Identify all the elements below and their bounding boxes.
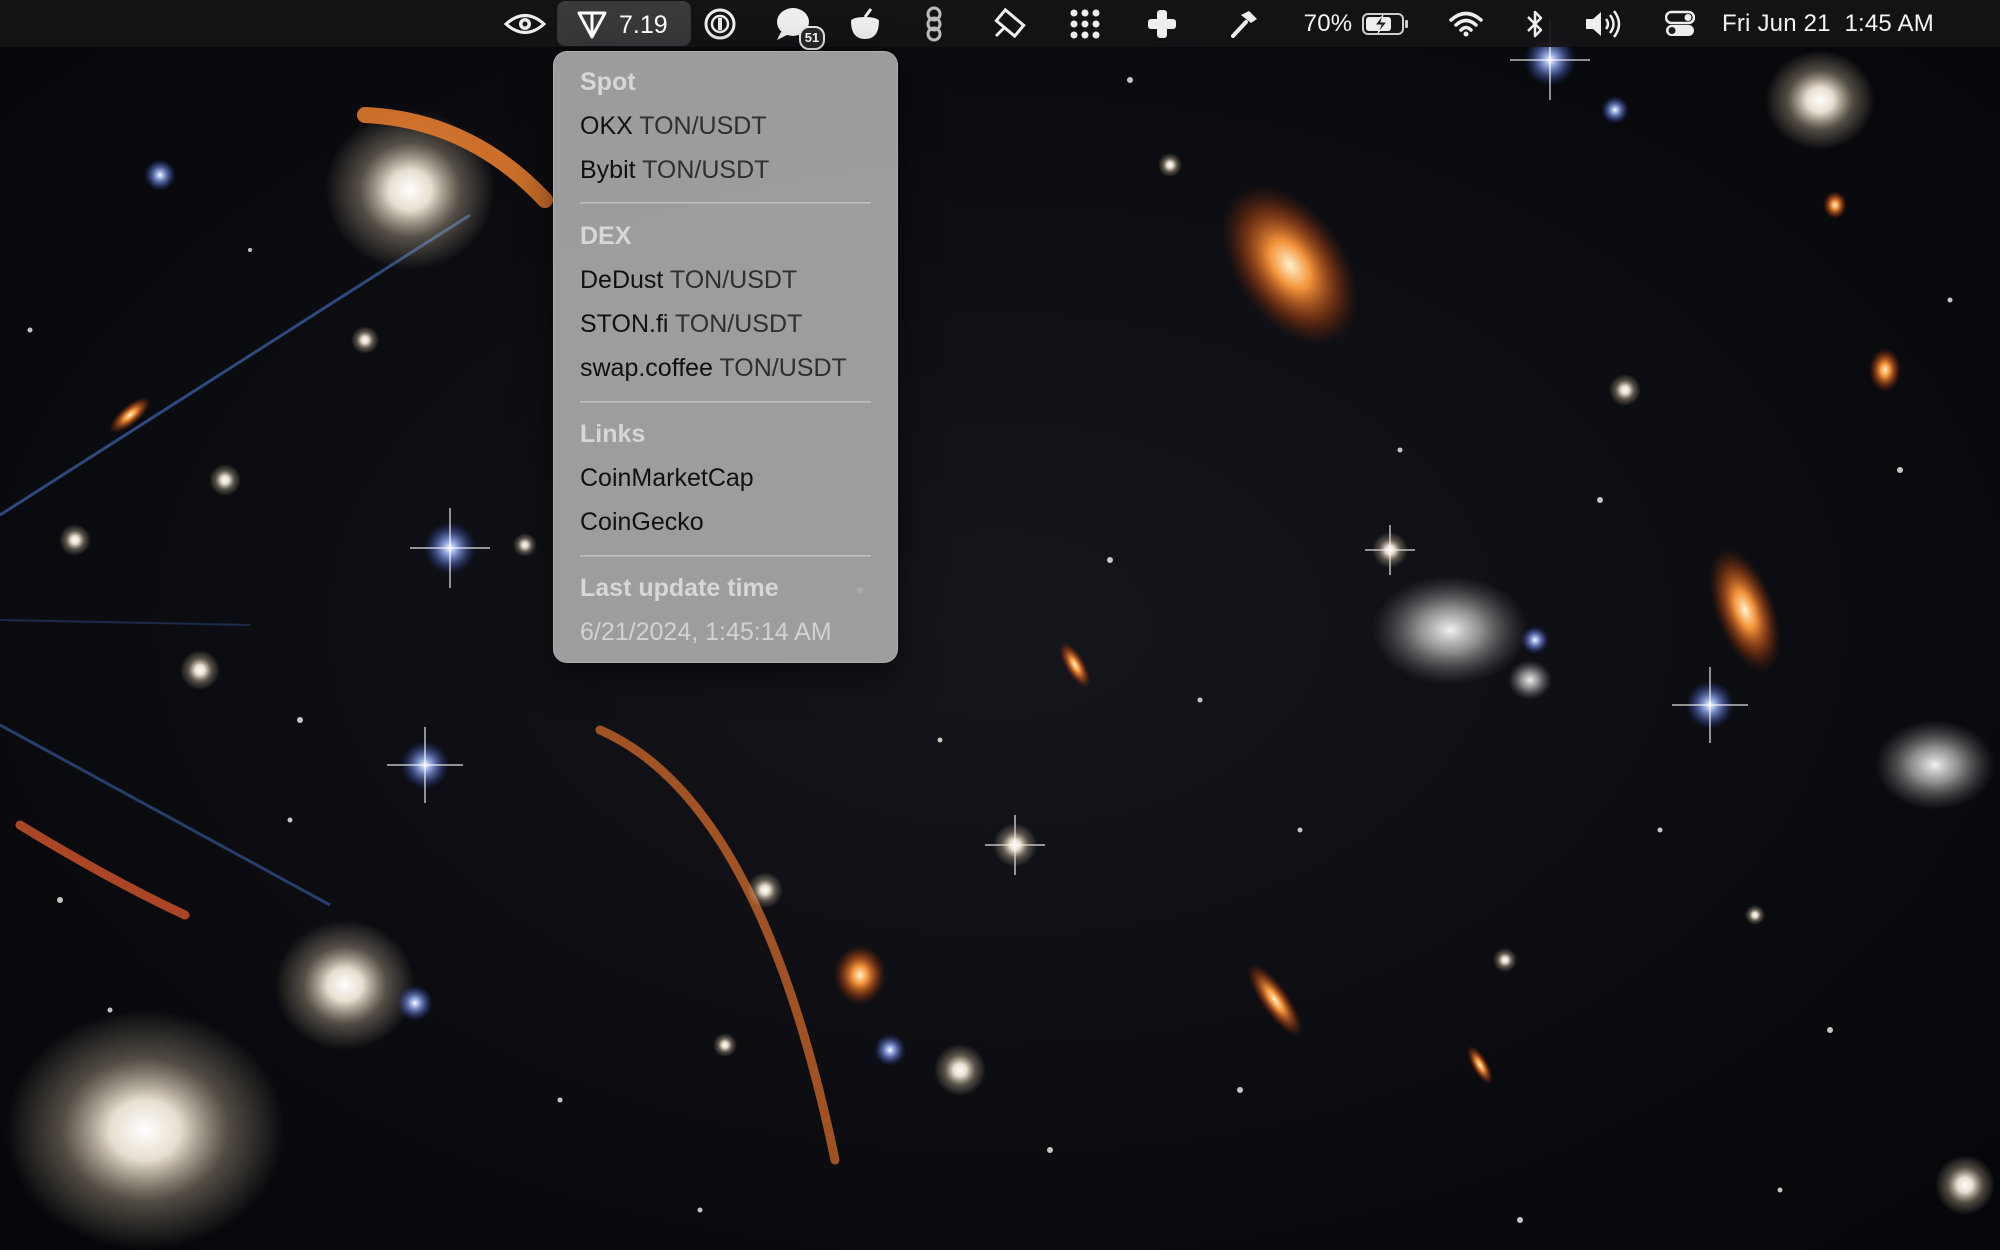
menu-separator [580, 555, 871, 557]
battery-charging-icon[interactable] [1360, 0, 1412, 47]
volume-icon[interactable] [1582, 0, 1626, 47]
section-header-last-update: Last update time [580, 574, 779, 602]
last-update-timestamp: 6/21/2024, 1:45:14 AM [580, 618, 832, 646]
section-header-dex: DEX [580, 222, 632, 250]
menu-item-dedust[interactable]: DeDust TON/USDT [580, 265, 797, 295]
ton-price-menu-item[interactable]: 7.19 [557, 1, 691, 46]
chain-icon[interactable] [915, 0, 953, 47]
menu-separator [580, 401, 871, 403]
cup-icon[interactable] [843, 0, 887, 47]
bluetooth-icon[interactable] [1520, 0, 1550, 47]
menu-item-coingecko[interactable]: CoinGecko [580, 507, 704, 537]
battery-percent: 70% [1303, 9, 1353, 37]
section-header-links: Links [580, 420, 646, 448]
desktop-wallpaper [0, 0, 2000, 1250]
launchpad-grid-icon[interactable] [1065, 0, 1105, 47]
menu-item-bybit[interactable]: Bybit TON/USDT [580, 155, 769, 185]
clock[interactable]: Fri Jun 21 1:45 AM [1722, 0, 1972, 47]
password-manager-icon[interactable] [700, 0, 740, 47]
hammer-icon[interactable] [1226, 0, 1262, 47]
eye-icon[interactable] [500, 0, 550, 47]
section-header-spot: Spot [580, 68, 636, 96]
control-center-icon[interactable] [1662, 0, 1698, 47]
wifi-icon[interactable] [1446, 0, 1486, 47]
menu-bar: 7.19 51 70% Fri Jun 21 1:45 AM [0, 0, 2000, 50]
menu-item-coinmarketcap[interactable]: CoinMarketCap [580, 463, 754, 493]
ton-dropdown-menu: Spot OKX TON/USDT Bybit TON/USDT DEX DeD… [553, 51, 898, 663]
menu-separator [580, 202, 871, 204]
chat-notifications-icon[interactable]: 51 [772, 0, 825, 50]
menu-item-stonfi[interactable]: STON.fi TON/USDT [580, 309, 802, 339]
menu-item-swap-coffee[interactable]: swap.coffee TON/USDT [580, 353, 847, 383]
ton-logo-icon [577, 11, 607, 44]
menu-item-okx[interactable]: OKX TON/USDT [580, 111, 767, 141]
plus-cross-icon[interactable] [1142, 0, 1182, 47]
ton-price: 7.19 [619, 11, 668, 39]
ruler-tool-icon[interactable] [988, 0, 1032, 47]
notification-badge: 51 [799, 25, 825, 50]
